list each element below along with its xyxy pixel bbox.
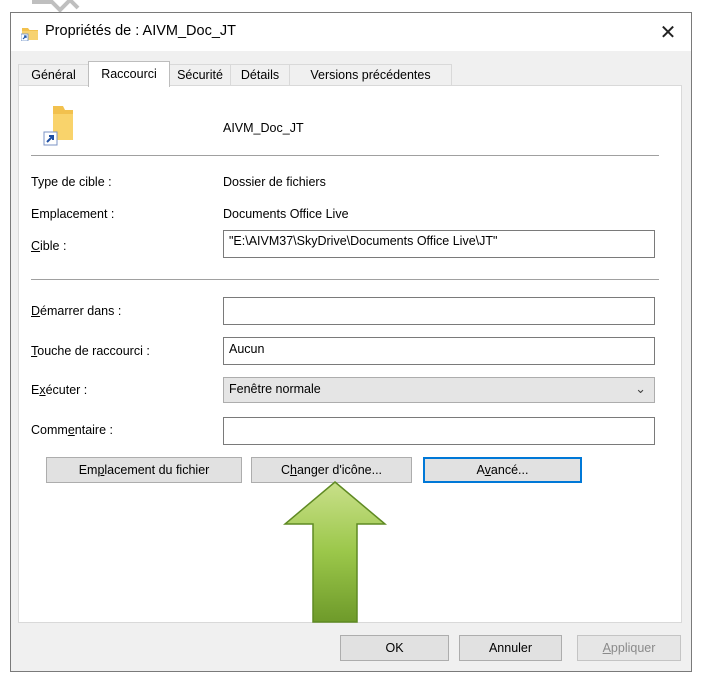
title-bar[interactable]: Propriétés de : AIVM_Doc_JT ✕ xyxy=(11,13,691,51)
green-up-arrow-icon xyxy=(283,481,387,623)
divider xyxy=(31,279,659,280)
close-button[interactable]: ✕ xyxy=(645,13,691,51)
run-select[interactable]: Fenêtre normale ⌄ xyxy=(223,377,655,403)
divider xyxy=(31,155,659,156)
start-in-input[interactable] xyxy=(223,297,655,325)
comment-label: Commentaire : xyxy=(31,423,113,437)
target-label: Cible : xyxy=(31,239,67,253)
target-type-value: Dossier de fichiers xyxy=(223,175,326,189)
ok-button[interactable]: OK xyxy=(340,635,449,661)
cancel-button[interactable]: Annuler xyxy=(459,635,562,661)
folder-shortcut-icon xyxy=(21,28,38,41)
window-title: Propriétés de : AIVM_Doc_JT xyxy=(45,23,236,39)
run-label: Exécuter : xyxy=(31,383,88,397)
location-value: Documents Office Live xyxy=(223,207,349,221)
tab-previous-versions[interactable]: Versions précédentes xyxy=(289,64,452,86)
folder-shortcut-icon xyxy=(43,106,73,146)
hotkey-label: Touche de raccourci : xyxy=(31,344,150,358)
chevron-down-icon: ⌄ xyxy=(635,381,646,396)
tab-general[interactable]: Général xyxy=(18,64,89,86)
close-icon: ✕ xyxy=(659,21,677,44)
target-input[interactable]: "E:\AIVM37\SkyDrive\Documents Office Liv… xyxy=(223,230,655,258)
shortcut-name: AIVM_Doc_JT xyxy=(223,121,304,135)
location-label: Emplacement : xyxy=(31,207,115,221)
tab-shortcut[interactable]: Raccourci xyxy=(88,61,170,87)
apply-button[interactable]: Appliquer xyxy=(577,635,681,661)
tab-details[interactable]: Détails xyxy=(230,64,290,86)
advanced-button[interactable]: Avancé... xyxy=(423,457,582,483)
comment-input[interactable] xyxy=(223,417,655,445)
start-in-label: Démarrer dans : xyxy=(31,304,122,318)
open-file-location-button[interactable]: Emplacement du fichier xyxy=(46,457,242,483)
target-type-label: Type de cible : xyxy=(31,175,112,189)
run-select-value: Fenêtre normale xyxy=(229,382,321,396)
tab-security[interactable]: Sécurité xyxy=(169,64,231,86)
hotkey-input[interactable]: Aucun xyxy=(223,337,655,365)
